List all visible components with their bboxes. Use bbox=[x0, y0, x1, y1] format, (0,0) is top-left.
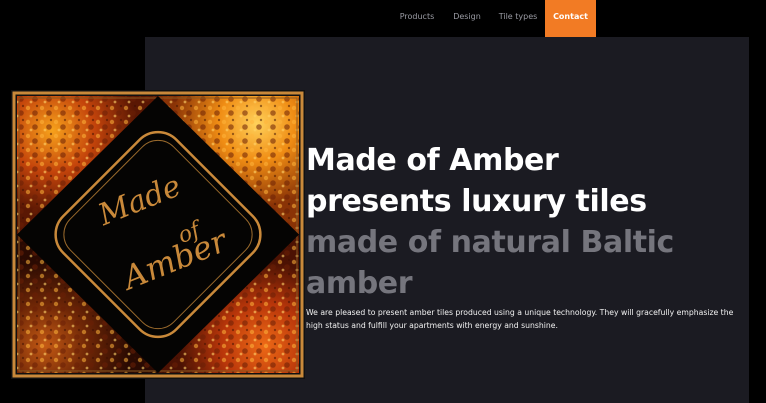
amber-tile-logo-graphic: Made of Amber bbox=[11, 90, 305, 379]
top-navigation: Products Design Tile types Contact bbox=[0, 0, 766, 37]
made-of-amber-logo: Made of Amber bbox=[11, 90, 305, 379]
nav-products-link[interactable]: Products bbox=[392, 0, 442, 37]
hero-title: Made of Amber presents luxury tiles made… bbox=[306, 140, 736, 304]
hero-title-line2: presents luxury tiles bbox=[306, 184, 647, 219]
hero-title-line1: Made of Amber bbox=[306, 143, 559, 178]
hero-title-line3: made of natural Baltic bbox=[306, 225, 674, 260]
nav-tile-types-link[interactable]: Tile types bbox=[493, 0, 543, 37]
hero-title-line4: amber bbox=[306, 266, 413, 301]
nav-design-link[interactable]: Design bbox=[447, 0, 487, 37]
nav-contact-link[interactable]: Contact bbox=[545, 0, 596, 37]
hero-description: We are pleased to present amber tiles pr… bbox=[306, 308, 734, 330]
